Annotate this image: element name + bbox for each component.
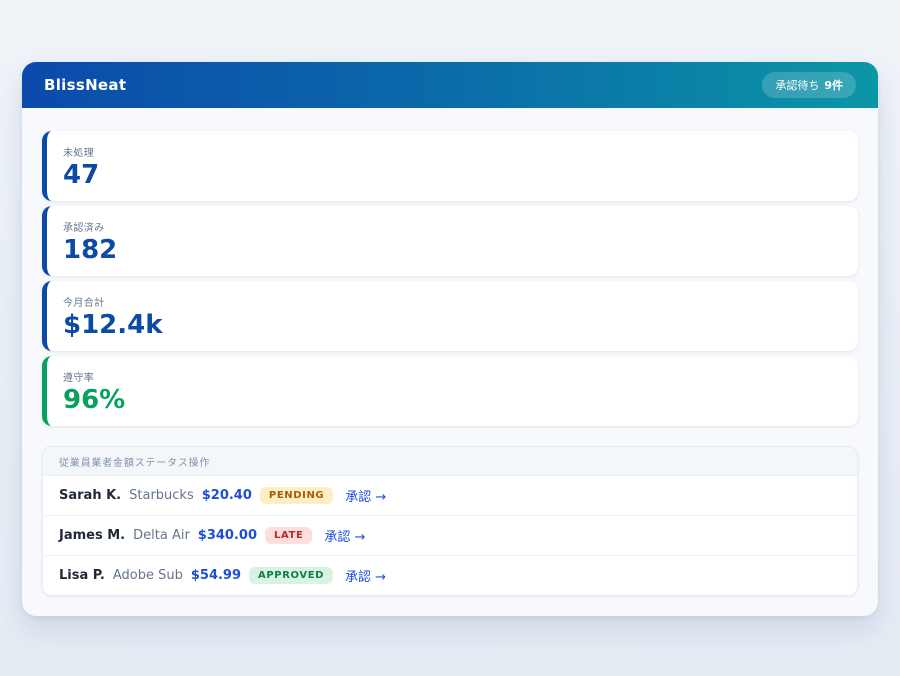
vendor-name: Starbucks <box>129 488 194 503</box>
vendor-name: Delta Air <box>133 528 190 543</box>
stat-value: 47 <box>63 161 842 191</box>
stat-label: 承認済み <box>63 219 842 234</box>
stat-value: 96% <box>63 386 842 416</box>
pending-badge-label: 承認待ち <box>775 77 819 93</box>
stat-value: $12.4k <box>63 311 842 341</box>
table-row: James M. Delta Air $340.00 LATE 承認 → <box>43 515 857 555</box>
table-row: Lisa P. Adobe Sub $54.99 APPROVED 承認 → <box>43 555 857 595</box>
status-badge: LATE <box>265 527 312 544</box>
pending-badge-count: 9件 <box>824 77 843 93</box>
pending-count-badge: 承認待ち 9件 <box>762 72 856 98</box>
employee-name: Lisa P. <box>59 568 105 583</box>
employee-name: James M. <box>59 528 125 543</box>
approve-link[interactable]: 承認 → <box>324 526 365 545</box>
column-header: ステータス <box>135 454 189 469</box>
stat-card: 未処理 47 <box>42 131 858 201</box>
app-header: BlissNeat 承認待ち 9件 <box>22 62 878 108</box>
approve-link[interactable]: 承認 → <box>345 486 386 505</box>
column-header: 金額 <box>113 454 135 469</box>
stats-list: 未処理 47 承認済み 182 今月合計 $12.4k 遵守率 96% <box>42 131 858 426</box>
app-title: BlissNeat <box>44 76 126 94</box>
status-badge: APPROVED <box>249 567 333 584</box>
stat-label: 遵守率 <box>63 369 842 384</box>
table-header-row: 従業員 業者 金額 ステータス 操作 <box>43 447 857 475</box>
stat-card: 今月合計 $12.4k <box>42 281 858 351</box>
page-background: BlissNeat 承認待ち 9件 未処理 47 承認済み 182 今月合計 $… <box>0 0 900 676</box>
stat-value: 182 <box>63 236 842 266</box>
app-card: BlissNeat 承認待ち 9件 未処理 47 承認済み 182 今月合計 $… <box>22 62 878 616</box>
stat-card: 遵守率 96% <box>42 356 858 426</box>
stat-label: 今月合計 <box>63 294 842 309</box>
amount-value: $340.00 <box>198 528 257 543</box>
employee-name: Sarah K. <box>59 488 121 503</box>
column-header: 業者 <box>91 454 113 469</box>
stat-label: 未処理 <box>63 144 842 159</box>
amount-value: $54.99 <box>191 568 241 583</box>
app-body: 未処理 47 承認済み 182 今月合計 $12.4k 遵守率 96% 従業員 … <box>22 108 878 616</box>
table-rows: Sarah K. Starbucks $20.40 PENDING 承認 → J… <box>43 475 857 595</box>
column-header: 従業員 <box>59 454 91 469</box>
transactions-table: 従業員 業者 金額 ステータス 操作 Sarah K. Starbucks $2… <box>42 446 858 596</box>
vendor-name: Adobe Sub <box>113 568 183 583</box>
table-row: Sarah K. Starbucks $20.40 PENDING 承認 → <box>43 475 857 515</box>
amount-value: $20.40 <box>202 488 252 503</box>
status-badge: PENDING <box>260 487 333 504</box>
approve-link[interactable]: 承認 → <box>345 566 386 585</box>
column-header: 操作 <box>189 454 211 469</box>
stat-card: 承認済み 182 <box>42 206 858 276</box>
